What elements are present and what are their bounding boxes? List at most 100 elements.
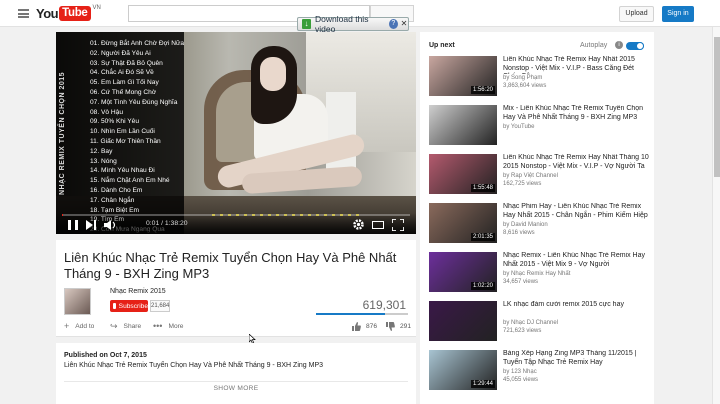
page-scrollbar[interactable] bbox=[712, 27, 720, 404]
tracklist-item: 08. Vô Hậu bbox=[90, 108, 123, 116]
recommended-video[interactable]: 1:55:48 Liên Khúc Nhạc Trẻ Remix Hay Nhất… bbox=[429, 154, 651, 196]
description-card: Published on Oct 7, 2015 Liên Khúc Nhạc … bbox=[56, 343, 416, 404]
video-thumbnail[interactable] bbox=[429, 105, 497, 145]
subscriber-count: 21,684 bbox=[150, 300, 170, 312]
theater-mode-icon[interactable] bbox=[372, 221, 384, 229]
sign-in-button[interactable]: Sign in bbox=[662, 6, 694, 22]
autoplay-toggle[interactable] bbox=[626, 42, 644, 50]
fullscreen-icon[interactable] bbox=[392, 219, 404, 231]
plus-icon: + bbox=[64, 321, 70, 331]
recommended-title[interactable]: Mix - Liên Khúc Nhạc Trẻ Remix Tuyển Chọ… bbox=[503, 105, 649, 122]
recommended-title[interactable]: Bảng Xếp Hạng Zing MP3 Tháng 11/2015 | T… bbox=[503, 350, 649, 367]
progress-bar[interactable] bbox=[62, 214, 410, 216]
recommended-title[interactable]: LK nhạc đám cưới remix 2015 cực hay bbox=[503, 301, 649, 310]
tracklist-item: 15. Nắm Chặt Anh Em Nhé bbox=[90, 177, 170, 185]
video-title: Liên Khúc Nhạc Trẻ Remix Tuyển Chọn Hay … bbox=[64, 250, 397, 281]
download-video-banner[interactable]: ↓ Download this video ? ✕ bbox=[297, 14, 409, 34]
recommended-views: 721,623 views bbox=[503, 328, 542, 334]
recommended-title[interactable]: Nhạc Phim Hay - Liên Khúc Nhạc Trẻ Remix… bbox=[503, 203, 649, 220]
subscribe-button[interactable]: Subscribe bbox=[110, 300, 148, 312]
recommended-views: 8,616 views bbox=[503, 230, 535, 236]
subscribe-label: Subscribe bbox=[118, 302, 148, 310]
thumbs-down-icon bbox=[386, 322, 395, 331]
thumbs-up-icon bbox=[352, 322, 361, 331]
duration-badge: 1:56:20 bbox=[470, 86, 495, 94]
tracklist-item: 09. 50% Khi Yêu bbox=[90, 118, 140, 126]
next-icon[interactable] bbox=[86, 220, 96, 230]
channel-avatar[interactable] bbox=[64, 288, 91, 315]
recommended-views: 3,863,604 views bbox=[503, 83, 547, 89]
recommended-views: 34,657 views bbox=[503, 279, 539, 285]
dislike-button[interactable]: 291 bbox=[386, 322, 411, 331]
recommended-video[interactable]: 1:56:20 Liên Khúc Nhạc Trẻ Remix Hay Nhất… bbox=[429, 56, 651, 98]
recommended-channel: by Song Phạm bbox=[503, 75, 543, 81]
duration-badge: 1:55:48 bbox=[470, 184, 495, 192]
share-button[interactable]: ↪ Share bbox=[110, 321, 141, 332]
recommended-title[interactable]: Liên Khúc Nhạc Trẻ Remix Hay Nhất Tháng … bbox=[503, 154, 649, 171]
tracklist-item: 14. Mình Yêu Nhau Đi bbox=[90, 167, 155, 175]
vertical-title: NHẠC REMIX TUYỂN CHỌN 2015 bbox=[59, 71, 66, 195]
region-label: VN bbox=[92, 5, 101, 11]
recommended-channel: by David Manion bbox=[503, 222, 548, 228]
channel-name[interactable]: Nhạc Remix 2015 bbox=[110, 288, 166, 295]
publish-date: Published on Oct 7, 2015 bbox=[64, 352, 147, 359]
video-thumbnail[interactable] bbox=[429, 301, 497, 341]
dislike-count: 291 bbox=[400, 323, 412, 330]
duration-badge: 1:29:44 bbox=[470, 380, 495, 388]
volume-icon[interactable] bbox=[104, 220, 116, 230]
youtube-logo[interactable]: You Tube VN bbox=[36, 5, 101, 21]
tracklist-overlay: NHẠC REMIX TUYỂN CHỌN 2015 01. Đừng Bắt … bbox=[56, 32, 184, 234]
tracklist-item: 16. Dành Cho Em bbox=[90, 186, 143, 194]
recommended-title[interactable]: Liên Khúc Nhạc Trẻ Remix Hay Nhất 2015 N… bbox=[503, 56, 649, 74]
time-display: 0:01 / 1:38:20 bbox=[146, 220, 188, 227]
tracklist-item: 13. Nóng bbox=[90, 157, 117, 165]
progress-fill bbox=[62, 214, 63, 216]
recommended-video[interactable]: 2:01:35 Nhạc Phim Hay - Liên Khúc Nhạc Tr… bbox=[429, 203, 651, 245]
video-player[interactable]: NHẠC REMIX TUYỂN CHỌN 2015 01. Đừng Bắt … bbox=[56, 32, 416, 234]
tracklist-item: 07. Một Tình Yêu Đúng Nghĩa bbox=[90, 98, 178, 106]
recommended-channel: by YouTube bbox=[503, 124, 535, 130]
autoplay-label: Autoplay bbox=[580, 42, 608, 49]
tracklist-item: 12. Bay bbox=[90, 147, 113, 155]
gear-icon[interactable] bbox=[352, 218, 365, 231]
scrollbar-thumb[interactable] bbox=[714, 37, 720, 177]
add-to-label: Add to bbox=[75, 322, 95, 330]
video-thumbnail[interactable]: 1:55:48 bbox=[429, 154, 497, 194]
share-label: Share bbox=[123, 323, 142, 330]
tracklist-item: 11. Giấc Mơ Thiên Thần bbox=[90, 137, 161, 145]
recommended-video[interactable]: 1:02:20 Nhạc Remix - Liên Khúc Nhạc Trẻ R… bbox=[429, 252, 651, 294]
tracklist-item: 17. Chân Ngắn bbox=[90, 196, 135, 204]
youtube-play-icon bbox=[113, 303, 119, 309]
logo-you-text: You bbox=[36, 5, 59, 21]
video-thumbnail[interactable]: 1:56:20 bbox=[429, 56, 497, 96]
video-thumbnail[interactable]: 1:02:20 bbox=[429, 252, 497, 292]
show-more-button[interactable]: SHOW MORE bbox=[56, 385, 416, 392]
download-arrow-icon: ↓ bbox=[302, 19, 312, 29]
recommended-channel: by 123 Nhạc bbox=[503, 369, 537, 375]
related-sidebar: Up next Autoplay i 1:56:20 Liên Khúc Nhạc… bbox=[420, 32, 654, 404]
recommended-channel: by Nhạc Remix Hay Nhất bbox=[503, 271, 571, 277]
video-thumbnail[interactable]: 2:01:35 bbox=[429, 203, 497, 243]
upload-button[interactable]: Upload bbox=[619, 6, 654, 22]
logo-tube-text: Tube bbox=[59, 5, 91, 21]
more-label: More bbox=[168, 322, 184, 330]
video-thumbnail[interactable]: 1:29:44 bbox=[429, 350, 497, 390]
tracklist-item: 04. Chắc Ai Đó Sẽ Về bbox=[90, 69, 154, 77]
like-button[interactable]: 876 bbox=[352, 322, 377, 331]
view-count: 619,301 bbox=[362, 298, 406, 312]
pause-button[interactable] bbox=[68, 220, 78, 230]
recommended-video[interactable]: Mix - Liên Khúc Nhạc Trẻ Remix Tuyển Chọ… bbox=[429, 105, 651, 147]
recommended-video[interactable]: LK nhạc đám cưới remix 2015 cực hay by Nh… bbox=[429, 301, 651, 343]
close-icon[interactable]: ✕ bbox=[400, 19, 408, 29]
help-icon[interactable]: ? bbox=[388, 19, 398, 29]
duration-badge: 1:02:20 bbox=[470, 282, 495, 290]
recommended-title[interactable]: Nhạc Remix - Liên Khúc Nhạc Trẻ Remix Ha… bbox=[503, 252, 649, 269]
more-button[interactable]: ••• More bbox=[153, 321, 183, 331]
description-text: Liên Khúc Nhạc Trẻ Remix Tuyển Chọn Hay … bbox=[64, 362, 323, 369]
add-to-button[interactable]: + Add to bbox=[64, 321, 94, 331]
download-label[interactable]: Download this video bbox=[315, 14, 384, 34]
hamburger-menu-icon[interactable] bbox=[18, 9, 29, 18]
info-icon[interactable]: i bbox=[615, 41, 623, 49]
tracklist-item: 03. Sự Thật Đã Bỏ Quên bbox=[90, 59, 163, 67]
recommended-video[interactable]: 1:29:44 Bảng Xếp Hạng Zing MP3 Tháng 11/2… bbox=[429, 350, 651, 392]
